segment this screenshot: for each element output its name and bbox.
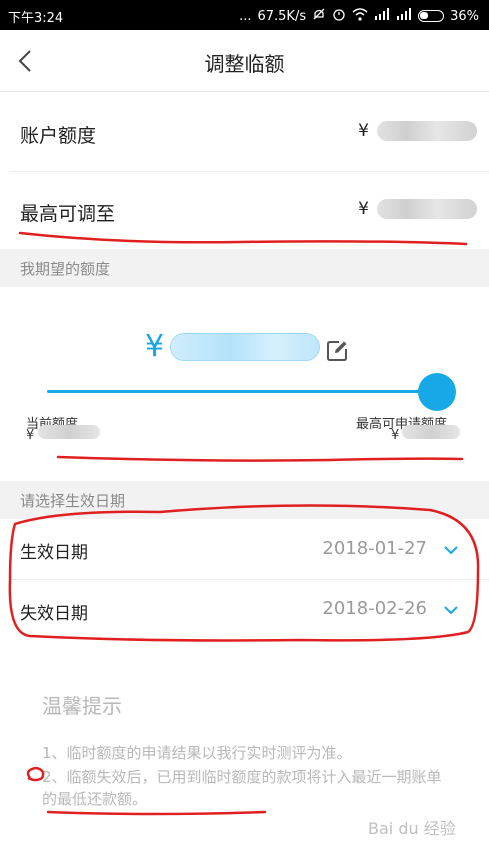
edit-icon[interactable] <box>325 339 349 367</box>
expire-date-row[interactable]: 失效日期 2018-02-26 <box>0 580 489 638</box>
current-limit-currency: ¥ <box>26 428 35 443</box>
status-time: 下午3:24 <box>8 11 64 26</box>
amount-slider-handle[interactable] <box>418 373 456 411</box>
alarm-icon <box>332 7 346 25</box>
date-section-title: 请选择生效日期 <box>20 492 126 510</box>
tips-title: 温馨提示 <box>42 694 122 718</box>
status-dots: ... <box>239 8 252 24</box>
account-limit-label: 账户额度 <box>20 125 97 147</box>
expire-date-label: 失效日期 <box>20 604 88 624</box>
tip-item: 2、临额失效后，已用到临时额度的款项将计入最近一期账单的最低还款额。 <box>42 768 442 808</box>
effective-date-value: 2018-01-27 <box>322 538 427 559</box>
network-speed: 67.5K/s <box>257 8 307 24</box>
max-apply-currency: ¥ <box>391 428 400 443</box>
max-amount-masked <box>377 199 477 219</box>
page-title: 调整临额 <box>204 52 285 76</box>
status-icons: ... 67.5K/s 36% <box>239 7 479 25</box>
effective-date-label: 生效日期 <box>20 543 88 563</box>
account-amount-masked <box>377 121 477 141</box>
battery-icon <box>418 10 445 22</box>
status-bar: 下午3:24 ... 67.5K/s 36% <box>0 0 489 30</box>
expected-section-header: 我期望的额度 <box>0 249 489 287</box>
wifi-icon <box>352 7 368 25</box>
battery-level: 36% <box>450 8 479 24</box>
account-limit-row: 账户额度 ¥ <box>0 93 489 171</box>
mute-icon <box>312 7 326 25</box>
current-limit-masked <box>38 425 100 439</box>
chevron-down-icon <box>444 546 458 555</box>
nav-bar: 调整临额 <box>0 30 489 92</box>
baidu-watermark: Bai du 经验 <box>368 819 456 838</box>
account-currency: ¥ <box>358 121 369 141</box>
amount-slider-track[interactable] <box>47 390 437 393</box>
tip-item: 1、临时额度的申请结果以我行实时测评为准。 <box>42 744 352 762</box>
expected-amount-input[interactable]: ¥ <box>145 329 321 364</box>
effective-date-row[interactable]: 生效日期 2018-01-27 <box>0 520 489 578</box>
signal-icon-2 <box>396 8 412 24</box>
max-limit-row: 最高可调至 ¥ <box>0 172 489 250</box>
max-limit-value: ¥ <box>358 199 477 219</box>
expected-currency: ¥ <box>145 329 165 364</box>
max-limit-label: 最高可调至 <box>20 203 116 225</box>
expected-amount-masked <box>170 332 321 361</box>
signal-icon-1 <box>374 8 390 24</box>
max-currency: ¥ <box>358 199 369 219</box>
expected-section-title: 我期望的额度 <box>20 260 111 278</box>
max-apply-masked <box>402 425 460 439</box>
account-limit-value: ¥ <box>358 121 477 141</box>
expire-date-value: 2018-02-26 <box>322 598 427 619</box>
date-section-header: 请选择生效日期 <box>0 481 489 519</box>
chevron-down-icon <box>444 606 458 615</box>
